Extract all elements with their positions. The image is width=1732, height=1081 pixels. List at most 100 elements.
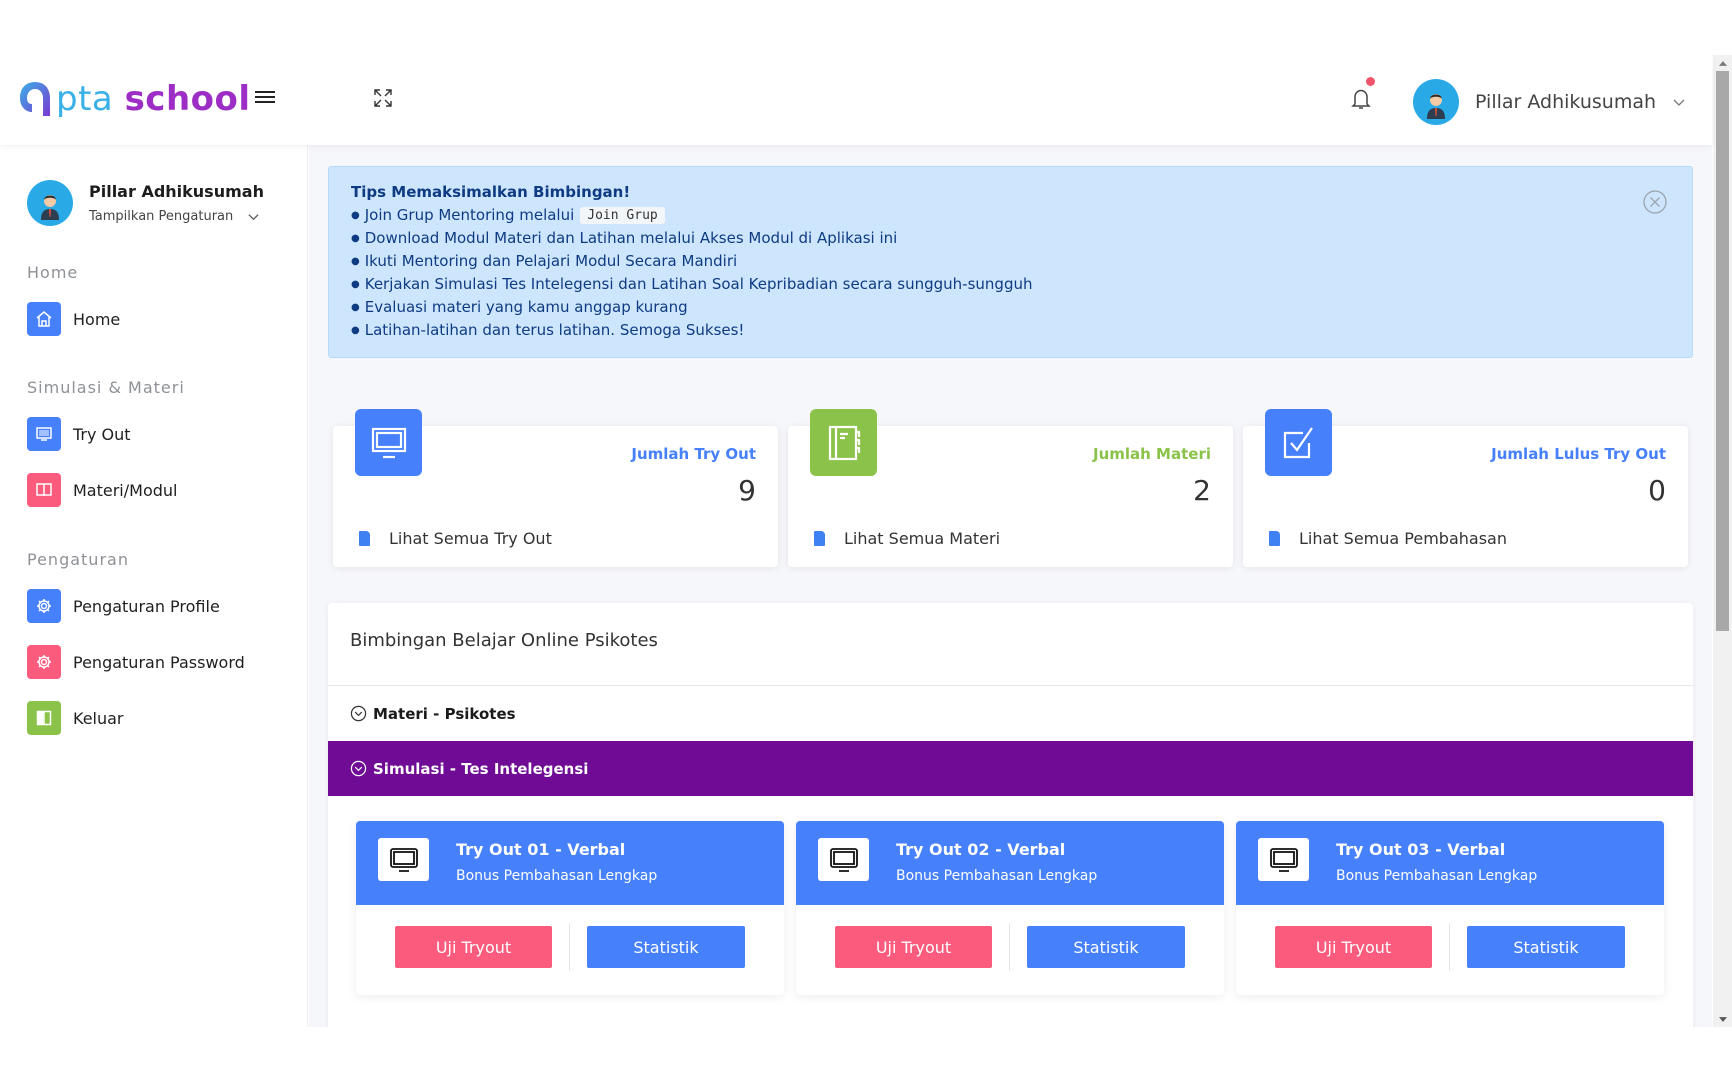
main-content: Tips Memaksimalkan Bimbingan! ● Join Grup… (309, 145, 1712, 1027)
accordion-simulasi-tes-intelegensi[interactable]: Simulasi - Tes Intelegensi (328, 741, 1693, 796)
stat-value: 9 (738, 474, 756, 507)
sidebar-item-keluar[interactable]: Keluar (27, 701, 124, 735)
alert-line: ● Join Grup Mentoring melalui Join Grup (351, 206, 1670, 224)
stat-value: 2 (1193, 474, 1211, 507)
document-icon (814, 531, 825, 546)
sidebar-user-name: Pillar Adhikusumah (89, 182, 264, 201)
tryout-card: Try Out 03 - Verbal Bonus Pembahasan Len… (1236, 821, 1664, 995)
chevron-circle-icon (350, 705, 367, 722)
monitor-icon (355, 409, 422, 476)
sidebar-item-label: Home (73, 309, 121, 329)
gear-icon (27, 645, 61, 679)
menu-toggle-icon[interactable] (255, 88, 275, 108)
home-icon (27, 302, 61, 336)
notification-badge (1366, 77, 1375, 86)
book-icon (27, 473, 61, 507)
statistics-button[interactable]: Statistik (1027, 926, 1185, 968)
document-icon (359, 531, 370, 546)
start-tryout-button[interactable]: Uji Tryout (1275, 926, 1432, 968)
notification-bell-icon[interactable] (1350, 87, 1372, 111)
sidebar-item-label: Pengaturan Password (73, 652, 245, 672)
scrollbar-thumb[interactable] (1716, 71, 1729, 631)
gear-icon (27, 589, 61, 623)
sidebar-section-simulasi: Simulasi & Materi (27, 378, 185, 397)
tryout-card: Try Out 02 - Verbal Bonus Pembahasan Len… (796, 821, 1224, 995)
show-settings-toggle[interactable]: Tampilkan Pengaturan (89, 209, 264, 224)
accordion-label: Materi - Psikotes (373, 704, 516, 723)
alert-line: ● Latihan-latihan dan terus latihan. Semo… (351, 321, 745, 339)
avatar (1413, 79, 1459, 125)
app-viewport: pta school Pillar Adhikusumah Pillar Adh… (0, 55, 1732, 1027)
logo-text-school: school (124, 79, 251, 119)
tryout-subtitle: Bonus Pembahasan Lengkap (1336, 868, 1538, 884)
tryout-title: Try Out 02 - Verbal (896, 840, 1066, 859)
view-all-tryout-link[interactable]: Lihat Semua Try Out (359, 529, 552, 548)
stat-link-label: Lihat Semua Try Out (389, 529, 552, 548)
accordion-label: Simulasi - Tes Intelegensi (373, 759, 589, 778)
statistics-button[interactable]: Statistik (1467, 926, 1625, 968)
logout-icon (27, 701, 61, 735)
alert-line-text: Join Grup Mentoring melalui (364, 206, 575, 224)
tryout-title: Try Out 03 - Verbal (1336, 840, 1506, 859)
scroll-down-arrow-icon[interactable] (1713, 1011, 1732, 1027)
stat-value: 0 (1648, 474, 1666, 507)
sidebar-item-label: Try Out (73, 424, 131, 444)
show-settings-label: Tampilkan Pengaturan (89, 209, 234, 224)
logo-text-pta: pta (56, 79, 114, 119)
sidebar-item-try-out[interactable]: Try Out (27, 417, 131, 451)
stat-card-lulus: Jumlah Lulus Try Out 0 Lihat Semua Pemba… (1243, 409, 1688, 567)
chevron-down-icon (248, 214, 259, 221)
logo-mark-icon (20, 82, 50, 116)
alert-line-text: Evaluasi materi yang kamu anggap kurang (364, 298, 688, 316)
stat-title: Jumlah Try Out (631, 445, 756, 463)
alert-line-text: Kerjakan Simulasi Tes Intelegensi dan La… (364, 275, 1033, 293)
tryout-subtitle: Bonus Pembahasan Lengkap (456, 868, 658, 884)
page-scrollbar[interactable] (1713, 55, 1732, 1027)
chevron-down-icon (1673, 99, 1685, 106)
stat-link-label: Lihat Semua Pembahasan (1299, 529, 1507, 548)
alert-line-text: Download Modul Materi dan Latihan melalu… (364, 229, 898, 247)
divider (1009, 923, 1010, 971)
checkbox-icon (1265, 409, 1332, 476)
statistics-button[interactable]: Statistik (587, 926, 745, 968)
tryout-title: Try Out 01 - Verbal (456, 840, 626, 859)
divider (569, 923, 570, 971)
sidebar-item-home[interactable]: Home (27, 302, 120, 336)
start-tryout-button[interactable]: Uji Tryout (395, 926, 552, 968)
stat-title: Jumlah Lulus Try Out (1491, 445, 1666, 463)
alert-line: ● Ikuti Mentoring dan Pelajari Modul Seca… (351, 252, 738, 270)
close-icon[interactable] (1642, 189, 1668, 215)
join-group-link[interactable]: Join Grup (580, 206, 665, 224)
tryout-subtitle: Bonus Pembahasan Lengkap (896, 868, 1098, 884)
alert-line: ● Evaluasi materi yang kamu anggap kurang (351, 298, 688, 316)
stat-title: Jumlah Materi (1093, 445, 1211, 463)
sidebar-item-label: Pengaturan Profile (73, 596, 220, 616)
sidebar-item-materi-modul[interactable]: Materi/Modul (27, 473, 177, 507)
top-bar: pta school Pillar Adhikusumah (0, 55, 1712, 145)
divider (1449, 923, 1450, 971)
tryout-card: Try Out 01 - Verbal Bonus Pembahasan Len… (356, 821, 784, 995)
sidebar-item-pengaturan-password[interactable]: Pengaturan Password (27, 645, 245, 679)
user-menu[interactable]: Pillar Adhikusumah (1413, 79, 1686, 125)
stat-card-try-out: Jumlah Try Out 9 Lihat Semua Try Out (333, 409, 778, 567)
fullscreen-icon[interactable] (373, 88, 393, 108)
course-panel: Bimbingan Belajar Online Psikotes Materi… (328, 603, 1693, 1027)
alert-line-text: Latihan-latihan dan terus latihan. Semog… (364, 321, 745, 339)
sidebar-item-pengaturan-profile[interactable]: Pengaturan Profile (27, 589, 220, 623)
alert-line-text: Ikuti Mentoring dan Pelajari Modul Secar… (364, 252, 738, 270)
start-tryout-button[interactable]: Uji Tryout (835, 926, 992, 968)
accordion-materi-psikotes[interactable]: Materi - Psikotes (328, 686, 1693, 741)
logo-text: pta school (56, 79, 251, 119)
monitor-icon (1258, 838, 1309, 881)
monitor-icon (378, 838, 429, 881)
tips-alert: Tips Memaksimalkan Bimbingan! ● Join Grup… (328, 166, 1693, 358)
logo[interactable]: pta school (18, 79, 251, 119)
view-all-materi-link[interactable]: Lihat Semua Materi (814, 529, 1000, 548)
scroll-up-arrow-icon[interactable] (1713, 55, 1732, 71)
stat-link-label: Lihat Semua Materi (844, 529, 1001, 548)
chevron-circle-icon (350, 760, 367, 777)
view-all-pembahasan-link[interactable]: Lihat Semua Pembahasan (1269, 529, 1507, 548)
sidebar-user: Pillar Adhikusumah Tampilkan Pengaturan (27, 180, 264, 226)
sidebar-section-home: Home (27, 263, 79, 282)
sidebar-item-label: Keluar (73, 708, 124, 728)
